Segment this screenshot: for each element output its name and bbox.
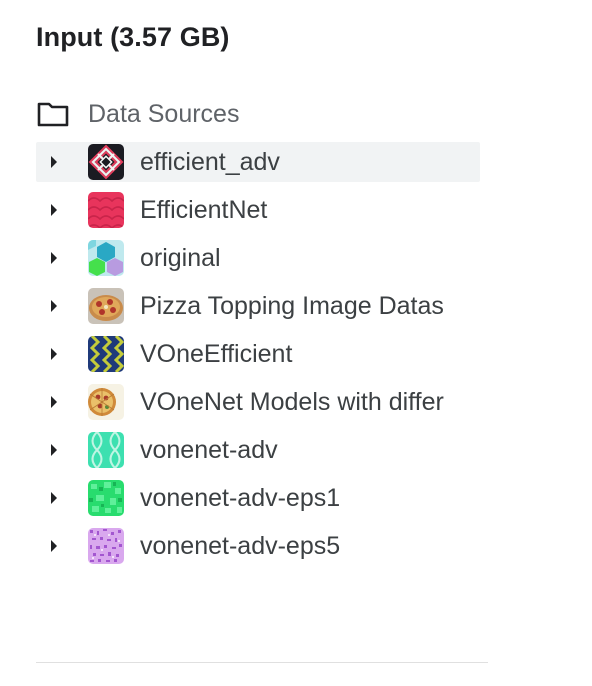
vonenet-models-thumbnail-icon [88,384,124,420]
tree-item-label: original [140,243,221,272]
tree-item-efficient-adv[interactable]: efficient_adv [36,142,480,182]
tree-item-vonenet-adv[interactable]: vonenet-adv [36,430,480,470]
tree-item-label: VOneEfficient [140,339,293,368]
expand-caret-icon[interactable] [36,478,72,518]
data-sources-header[interactable]: Data Sources [36,96,239,132]
pizza-thumbnail-icon [88,288,124,324]
tree-item-label: vonenet-adv-eps5 [140,531,341,560]
tree-item-voneefficient[interactable]: VOneEfficient [36,334,480,374]
tree-item-label: efficient_adv [140,147,280,176]
tree-item-original[interactable]: original [36,238,480,278]
panel-title: Input (3.57 GB) [36,22,230,52]
expand-caret-icon[interactable] [36,286,72,326]
input-panel: Input (3.57 GB) Data Sources efficient_a… [0,0,592,686]
tree-item-efficientnet[interactable]: EfficientNet [36,190,480,230]
expand-caret-icon[interactable] [36,142,72,182]
expand-caret-icon[interactable] [36,238,72,278]
vonenet-adv-eps5-thumbnail-icon [88,528,124,564]
data-sources-label: Data Sources [88,99,240,128]
panel-divider [36,662,488,663]
voneefficient-thumbnail-icon [88,336,124,372]
expand-caret-icon[interactable] [36,334,72,374]
tree-item-label: vonenet-adv-eps1 [140,483,341,512]
vonenet-adv-thumbnail-icon [88,432,124,468]
expand-caret-icon[interactable] [36,526,72,566]
vonenet-adv-eps1-thumbnail-icon [88,480,124,516]
expand-caret-icon[interactable] [36,430,72,470]
tree-item-label: vonenet-adv [140,435,278,464]
tree-item-label: EfficientNet [140,195,268,224]
folder-icon [36,99,70,129]
original-thumbnail-icon [88,240,124,276]
efficientnet-thumbnail-icon [88,192,124,228]
tree-item-vonenet-adv-eps5[interactable]: vonenet-adv-eps5 [36,526,480,566]
expand-caret-icon[interactable] [36,382,72,422]
tree-item-pizza-topping[interactable]: Pizza Topping Image Datas [36,286,480,326]
efficient-adv-thumbnail-icon [88,144,124,180]
tree-item-vonenet-adv-eps1[interactable]: vonenet-adv-eps1 [36,478,480,518]
tree-item-label: Pizza Topping Image Datas [140,291,444,320]
data-sources-tree: efficient_adv EfficientNet original Pizz… [36,142,480,574]
tree-item-label: VOneNet Models with differ [140,387,444,416]
expand-caret-icon[interactable] [36,190,72,230]
tree-item-vonenet-models[interactable]: VOneNet Models with differ [36,382,480,422]
